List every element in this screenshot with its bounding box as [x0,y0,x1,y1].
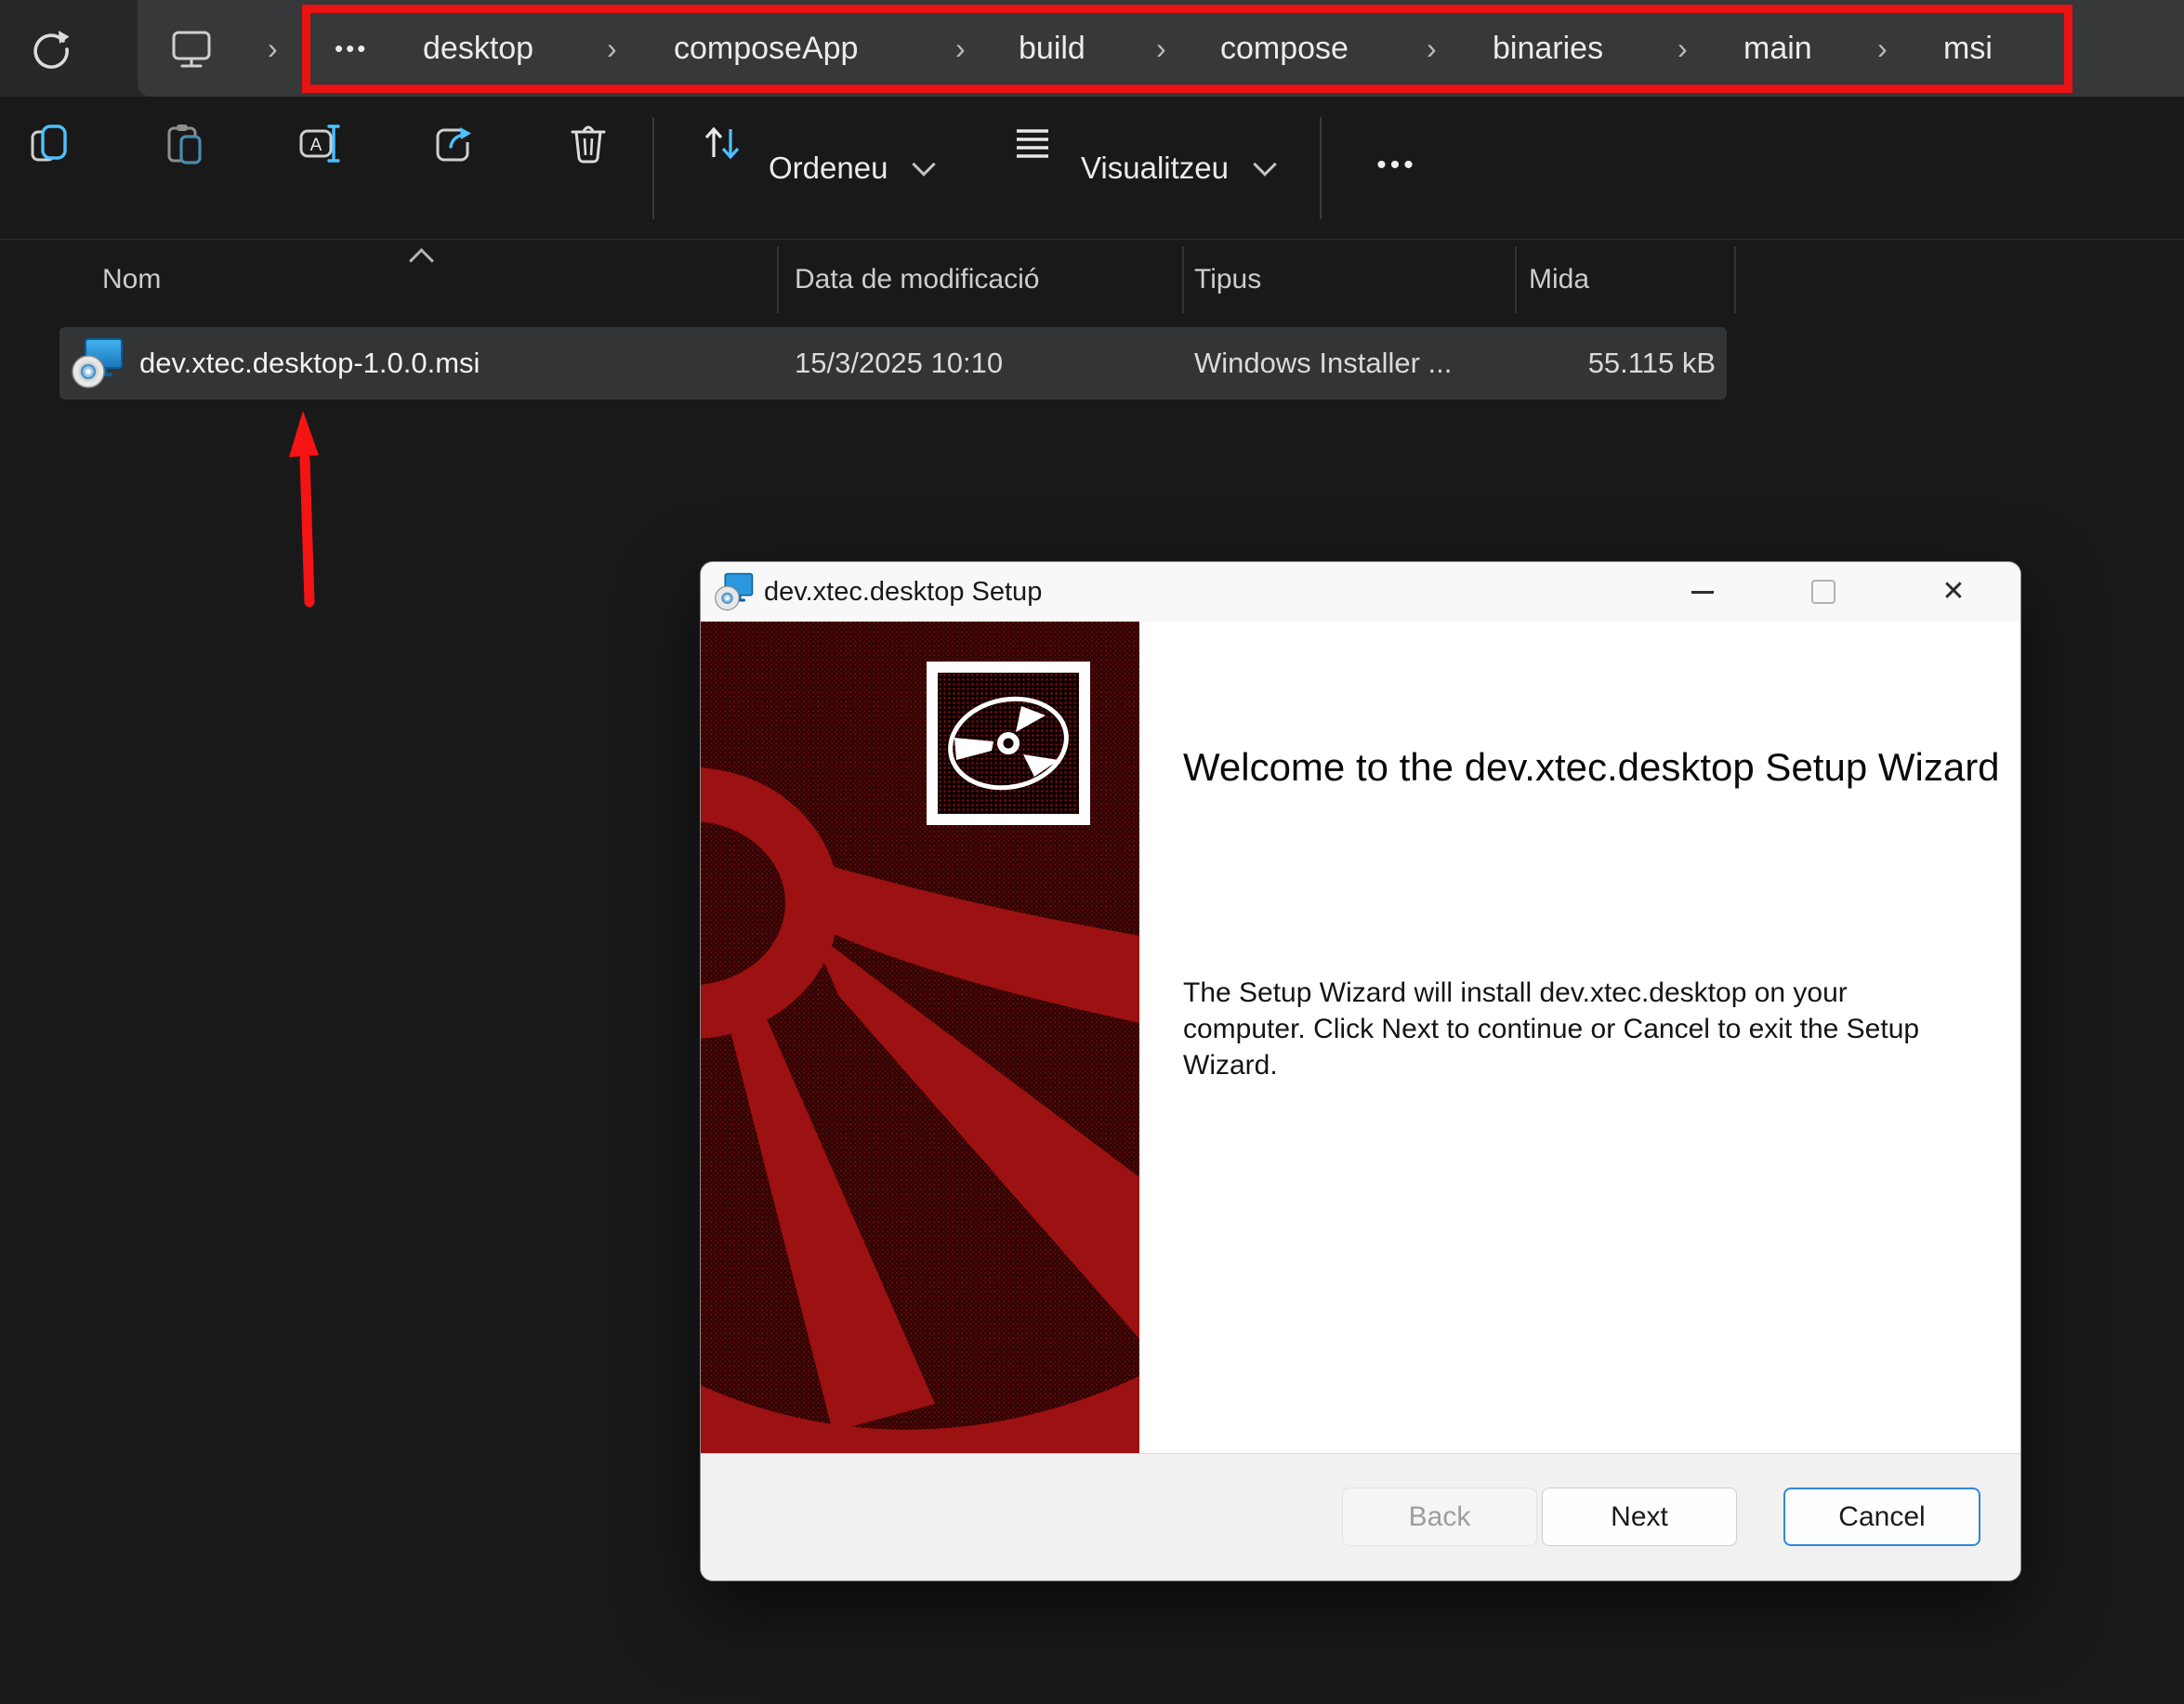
more-options-button[interactable]: ••• [1355,97,1439,239]
paste-button[interactable] [163,122,205,164]
chevron-down-icon [912,152,935,176]
file-size: 55.115 kB [1588,327,1716,400]
copy-icon [28,122,71,164]
sort-icon [702,122,744,164]
address-bar[interactable]: › ••• desktop › composeApp › build › com… [138,0,2184,97]
column-header-name[interactable]: Nom [102,239,161,321]
breadcrumb-item-main[interactable]: main [1743,0,1812,97]
chevron-right-icon: › [1156,0,1166,97]
msi-file-icon [714,572,755,611]
red-arrow-annotation [279,401,336,613]
breadcrumb-item-msi[interactable]: msi [1943,0,1993,97]
maximize-icon [1811,580,1835,604]
setup-wizard-dialog: dev.xtec.desktop Setup ✕ [700,561,2021,1581]
breadcrumb-item-build[interactable]: build [1019,0,1085,97]
next-button[interactable]: Next [1542,1488,1737,1546]
share-button[interactable] [432,122,475,164]
dialog-title: dev.xtec.desktop Setup [764,562,1042,622]
list-header-row: Nom Data de modificació Tipus Mida [0,239,2184,321]
dialog-content: Welcome to the dev.xtec.desktop Setup Wi… [701,622,2020,1453]
breadcrumb-item-desktop[interactable]: desktop [423,0,533,97]
sort-dropdown[interactable]: Ordeneu [769,97,888,239]
maximize-button[interactable] [1794,562,1853,622]
paste-icon [163,122,205,164]
copy-button[interactable] [28,122,71,164]
cd-icon [927,662,1090,825]
refresh-icon [25,25,70,74]
minimize-button[interactable] [1673,562,1732,622]
breadcrumb-overflow-button[interactable]: ••• [335,0,368,97]
dialog-footer: Back Next Cancel [701,1453,2020,1580]
wizard-heading: Welcome to the dev.xtec.desktop Setup Wi… [1183,741,2001,794]
delete-icon [567,122,610,164]
installer-banner-image [701,622,1139,1453]
breadcrumb-item-binaries[interactable]: binaries [1493,0,1603,97]
breadcrumb-item-compose[interactable]: compose [1220,0,1349,97]
chevron-right-icon: › [607,0,617,97]
chevron-right-icon: › [1877,0,1888,97]
column-divider[interactable] [1515,246,1517,313]
column-divider[interactable] [1734,246,1736,313]
close-icon: ✕ [1941,578,1965,606]
chevron-right-icon: › [268,0,278,97]
column-header-modified[interactable]: Data de modificació [795,239,1039,321]
rename-icon: A [297,122,340,164]
svg-text:A: A [310,136,322,155]
file-row-msi[interactable]: dev.xtec.desktop-1.0.0.msi 15/3/2025 10:… [59,327,1727,400]
toolbar-divider [652,117,654,219]
msi-file-icon [71,336,125,390]
toolbar-divider [1320,117,1322,219]
column-header-type[interactable]: Tipus [1194,239,1261,321]
rename-button[interactable]: A [297,122,340,164]
back-button[interactable]: Back [1342,1488,1537,1546]
file-name: dev.xtec.desktop-1.0.0.msi [139,327,480,400]
chevron-right-icon: › [1427,0,1437,97]
top-bar: › ••• desktop › composeApp › build › com… [0,0,2184,97]
dialog-title-bar[interactable]: dev.xtec.desktop Setup ✕ [701,562,2020,622]
minimize-icon [1691,591,1714,594]
column-header-size[interactable]: Mida [1529,239,1589,321]
chevron-right-icon: › [955,0,966,97]
sort-ascending-caret-icon [409,248,434,273]
file-type: Windows Installer ... [1194,327,1452,400]
refresh-button[interactable] [20,22,74,76]
command-toolbar: A Ordeneu [0,97,2184,240]
breadcrumb-item-composeapp[interactable]: composeApp [674,0,858,97]
wizard-description: The Setup Wizard will install dev.xtec.d… [1183,975,1927,1083]
share-icon [432,122,475,164]
delete-button[interactable] [567,122,610,164]
chevron-down-icon [1253,152,1276,176]
close-button[interactable]: ✕ [1924,562,1983,622]
view-icon [1011,122,1054,164]
view-dropdown[interactable]: Visualitzeu [1081,97,1229,239]
column-divider[interactable] [1182,246,1184,313]
this-pc-monitor-icon[interactable] [169,26,214,71]
file-modified-date: 15/3/2025 10:10 [795,327,1003,400]
cancel-button[interactable]: Cancel [1783,1488,1980,1546]
column-divider[interactable] [777,246,779,313]
chevron-right-icon: › [1677,0,1688,97]
